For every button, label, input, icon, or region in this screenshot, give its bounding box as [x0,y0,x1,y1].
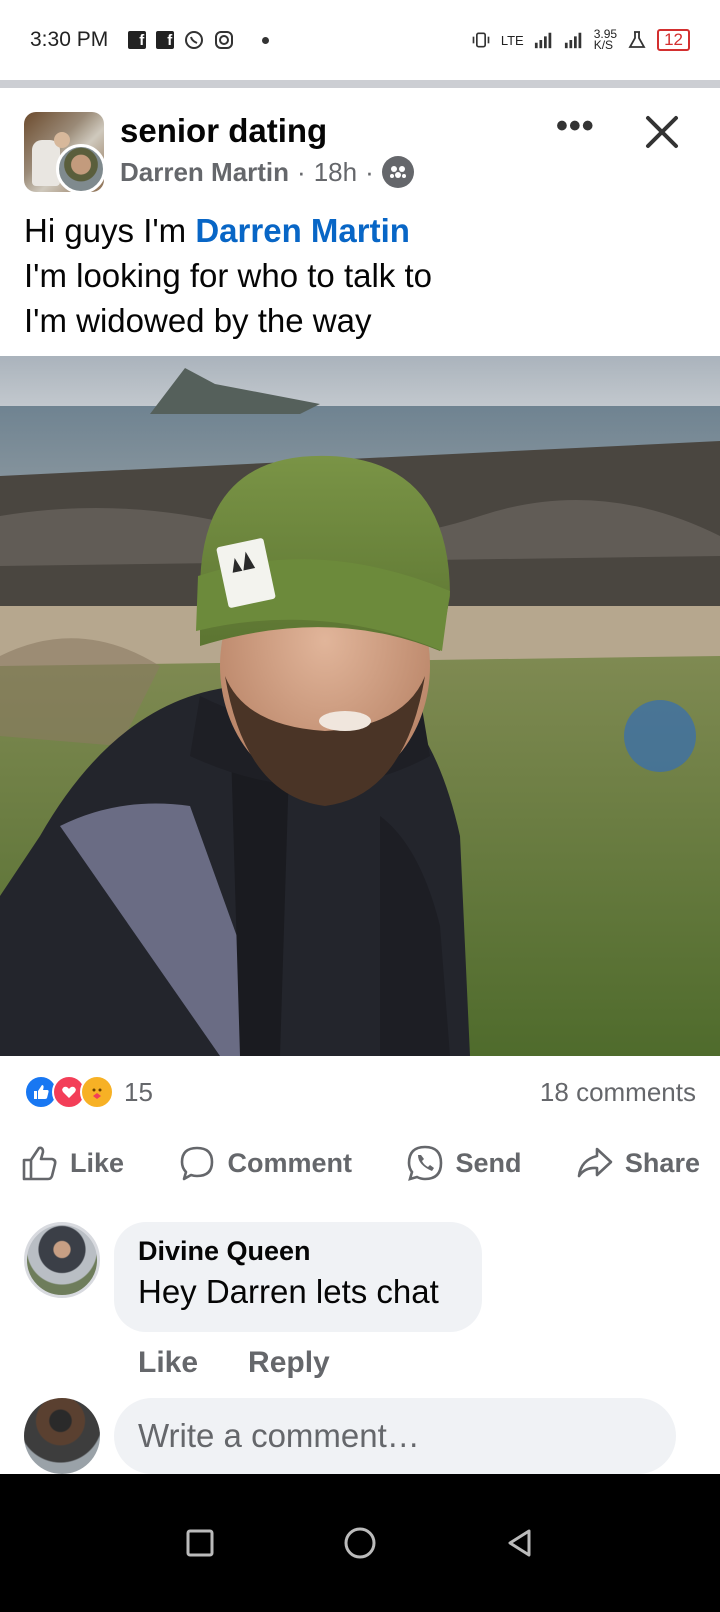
comment-reply-button[interactable]: Reply [248,1346,330,1380]
whatsapp-send-icon [408,1145,443,1181]
system-navigation-bar [0,1474,720,1612]
post-header: senior dating Darren Martin · 18h · ••• [24,109,696,194]
instagram-icon [214,30,234,50]
comment-like-button[interactable]: Like [138,1346,198,1380]
signal-icon [534,30,554,50]
home-circle-icon[interactable] [340,1523,380,1563]
battery-level: 12 [657,29,690,51]
share-label: Share [624,1147,700,1178]
like-button[interactable]: Like [20,1143,124,1183]
comments-count-link[interactable]: 18 comments [540,1077,696,1108]
send-label: Send [455,1147,522,1178]
signal-icon-2 [564,30,584,50]
facebook-post-screen: 3:30 PM f f LTE 3.95 K/S 12 senior datin… [0,0,720,1612]
facebook-notification-icon: f [128,31,147,49]
write-comment-row [24,1398,696,1474]
thumbs-up-icon [22,1146,57,1181]
author-name-link[interactable]: Darren Martin [120,157,289,188]
comment-text: Hey Darren lets chat [138,1273,439,1310]
status-right: LTE 3.95 K/S 12 [471,27,690,52]
recents-square-icon[interactable] [180,1523,220,1563]
group-name-link[interactable]: senior dating [120,112,327,150]
battery-icon: 12 [657,29,690,51]
send-button[interactable]: Send [405,1143,521,1183]
reaction-icons [24,1075,114,1109]
post-time[interactable]: 18h [314,157,357,188]
status-left: 3:30 PM f f [30,28,270,52]
write-comment-input[interactable] [114,1398,676,1474]
share-button[interactable]: Share [575,1143,700,1183]
facebook-notification-icon-2: f [156,31,175,49]
post-meta: Darren Martin · 18h · [120,156,414,188]
vibrate-icon [471,30,491,50]
more-options-icon[interactable]: ••• [556,109,595,143]
share-arrow-icon [577,1147,613,1178]
comment-bubble-icon [181,1146,214,1181]
comment-button[interactable]: Comment [177,1143,352,1183]
more-notifications-dot-icon [262,36,270,44]
comment-label: Comment [227,1147,352,1178]
comment-bubble[interactable]: Divine Queen Hey Darren lets chat [114,1222,482,1332]
post-text: Hi guys I'm Darren Martin I'm looking fo… [24,212,432,339]
section-divider [0,80,720,88]
back-triangle-icon[interactable] [500,1523,540,1563]
commenter-avatar[interactable] [24,1222,100,1298]
data-speed: 3.95 K/S [593,27,618,52]
close-icon[interactable] [642,112,682,152]
post-photo[interactable] [0,356,720,1056]
author-avatar[interactable] [56,144,106,194]
reaction-count: 15 [124,1076,153,1107]
care-reaction-icon [80,1075,114,1109]
current-user-avatar [24,1398,100,1474]
commenter-name[interactable]: Divine Queen [138,1236,458,1267]
group-privacy-icon [381,156,414,188]
network-type: LTE [500,32,524,48]
status-bar: 3:30 PM f f LTE 3.95 K/S 12 [0,0,720,80]
status-time: 3:30 PM [30,28,109,51]
reactions-summary[interactable]: 15 18 comments [24,1072,696,1112]
lab-flask-icon [627,30,647,50]
comment-actions: Like Reply [138,1346,330,1380]
post-action-bar: Like Comment Send Share [20,1138,700,1188]
whatsapp-icon [184,30,204,50]
author-mention-link[interactable]: Darren Martin [195,212,410,249]
like-label: Like [70,1147,125,1178]
